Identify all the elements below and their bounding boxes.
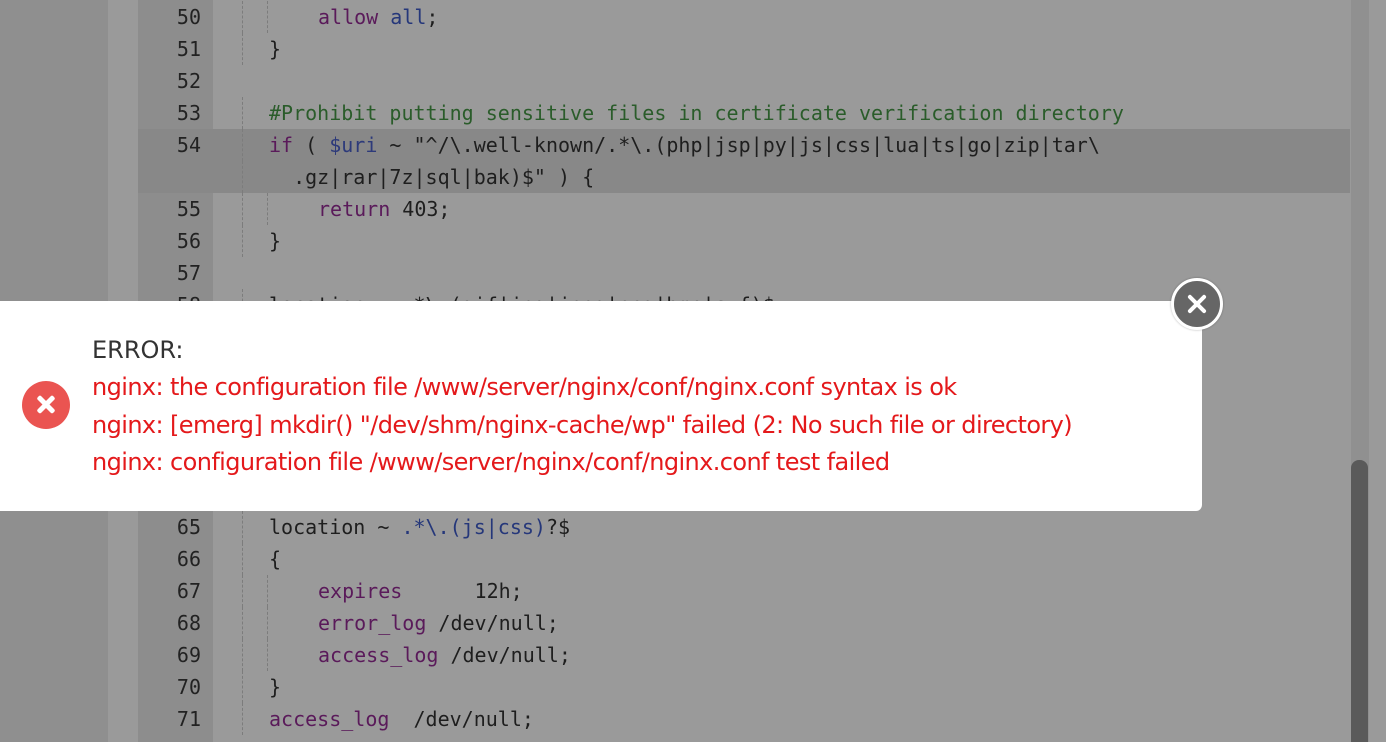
code-line[interactable]: 67 expires 12h;	[138, 575, 1350, 607]
code-text: }	[269, 229, 282, 253]
dialog-title: ERROR:	[92, 336, 184, 364]
code-line[interactable]: 69 access_log /dev/null;	[138, 639, 1350, 671]
code-text: access_log /dev/null;	[269, 707, 534, 731]
indent-guide	[267, 575, 268, 607]
code-line[interactable]: 65 location ~ .*\.(js|css)?$	[138, 511, 1350, 543]
code-text: access_log /dev/null;	[318, 643, 571, 667]
line-number: 51	[176, 37, 201, 61]
indent-guide	[267, 1, 268, 33]
indent-guide	[267, 639, 268, 671]
indent-guide	[242, 671, 243, 703]
line-number: 69	[176, 643, 201, 667]
line-number: 56	[176, 229, 201, 253]
line-number: 50	[176, 5, 201, 29]
line-number: 71	[176, 707, 201, 731]
code-line[interactable]: 52	[138, 65, 1350, 97]
line-number: 68	[176, 611, 201, 635]
indent-guide	[242, 703, 243, 735]
indent-guide	[242, 161, 243, 193]
line-number: 70	[176, 675, 201, 699]
code-text: }	[269, 675, 282, 699]
code-line[interactable]: 71 access_log /dev/null;	[138, 703, 1350, 735]
error-message-line: nginx: [emerg] mkdir() "/dev/shm/nginx-c…	[92, 411, 1073, 439]
code-line[interactable]: 50 allow all;	[138, 1, 1350, 33]
indent-guide	[242, 1, 243, 33]
indent-guide	[267, 607, 268, 639]
code-line[interactable]: 56}	[138, 225, 1350, 257]
error-message-line: nginx: the configuration file /www/serve…	[92, 373, 957, 401]
code-text: #Prohibit putting sensitive files in cer…	[269, 101, 1124, 125]
indent-guide	[242, 225, 243, 257]
code-text: expires 12h;	[318, 579, 523, 603]
line-number: 57	[176, 261, 201, 285]
code-text: if ( $uri ~ "^/\.well-known/.*\.(php|jsp…	[269, 133, 1100, 157]
line-number: 54	[176, 133, 201, 157]
code-line[interactable]: 66 {	[138, 543, 1350, 575]
line-number: 53	[176, 101, 201, 125]
indent-guide	[267, 193, 268, 225]
code-text: .gz|rar|7z|sql|bak)$" ) {	[269, 165, 595, 189]
scrollbar-thumb[interactable]	[1351, 460, 1368, 742]
code-text: allow all;	[318, 5, 451, 29]
indent-guide	[242, 511, 243, 543]
error-icon	[22, 381, 70, 429]
code-text: location ~ .*\.(js|css)?$	[269, 515, 571, 539]
code-line[interactable]: .gz|rar|7z|sql|bak)$" ) {	[138, 161, 1350, 193]
indent-guide	[242, 607, 243, 639]
code-line[interactable]: 51}	[138, 33, 1350, 65]
close-icon[interactable]	[1171, 278, 1223, 330]
line-number: 65	[176, 515, 201, 539]
code-text: }	[269, 37, 282, 61]
indent-guide	[242, 543, 243, 575]
code-text: return 403;	[318, 197, 451, 221]
line-number: 67	[176, 579, 201, 603]
code-line[interactable]: 55 return 403;	[138, 193, 1350, 225]
code-line[interactable]: 54 if ( $uri ~ "^/\.well-known/.*\.(php|j…	[138, 129, 1350, 161]
code-line[interactable]: 70}	[138, 671, 1350, 703]
code-text: error_log /dev/null;	[318, 611, 559, 635]
code-line[interactable]: 53 #Prohibit putting sensitive files in c…	[138, 97, 1350, 129]
indent-guide	[242, 639, 243, 671]
code-text: {	[269, 547, 282, 571]
line-number: 55	[176, 197, 201, 221]
code-line[interactable]: 68 error_log /dev/null;	[138, 607, 1350, 639]
line-number: 66	[176, 547, 201, 571]
indent-guide	[242, 97, 243, 129]
error-message-line: nginx: configuration file /www/server/ng…	[92, 448, 890, 476]
line-number: 52	[176, 69, 201, 93]
indent-guide	[242, 193, 243, 225]
code-line[interactable]: 57	[138, 257, 1350, 289]
indent-guide	[242, 129, 243, 161]
indent-guide	[242, 575, 243, 607]
indent-guide	[242, 33, 243, 65]
